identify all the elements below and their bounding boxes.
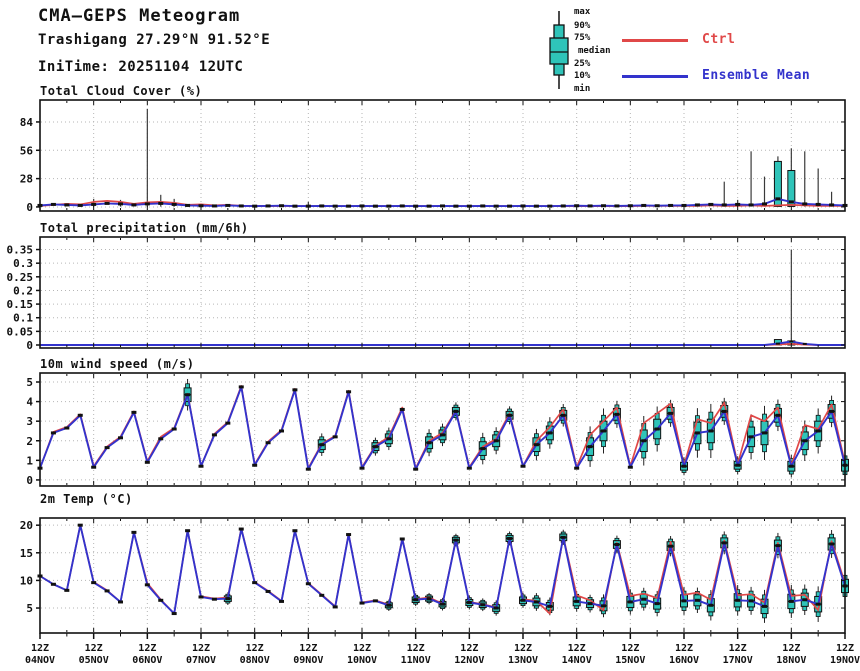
legend-box-label-75: 75% [574,33,591,43]
svg-text:5: 5 [26,602,33,615]
svg-text:0: 0 [26,201,33,214]
svg-text:18NOV: 18NOV [776,655,806,666]
legend-ctrl-line [622,39,688,42]
panel-title-precipitation: Total precipitation (mm/6h) [40,221,249,235]
svg-text:14NOV: 14NOV [562,655,592,666]
legend-mean-label: Ensemble Mean [702,68,811,83]
svg-text:17NOV: 17NOV [723,655,753,666]
location-label: Trashigang 27.29°N 91.52°E [38,32,271,48]
legend-box-label-min: min [574,84,591,94]
legend-box-label-90: 90% [574,21,591,31]
svg-text:12Z: 12Z [782,643,800,654]
svg-text:15NOV: 15NOV [615,655,645,666]
panel-title-cloud-cover: Total Cloud Cover (%) [40,84,203,98]
legend-box-label-10: 10% [574,71,591,81]
page-title: CMA—GEPS Meteogram [38,6,241,26]
svg-text:0: 0 [26,339,33,352]
svg-text:12Z: 12Z [31,643,49,654]
svg-text:0.35: 0.35 [7,244,34,257]
svg-text:12Z: 12Z [299,643,317,654]
svg-text:12Z: 12Z [353,643,371,654]
svg-text:13NOV: 13NOV [508,655,538,666]
svg-text:2: 2 [26,435,33,448]
svg-text:0.2: 0.2 [13,284,33,297]
svg-text:84: 84 [20,116,34,129]
svg-text:04NOV: 04NOV [25,655,55,666]
svg-text:12Z: 12Z [407,643,425,654]
svg-text:10: 10 [20,574,33,587]
panel-title-temperature: 2m Temp (°C) [40,492,133,506]
panel-title-wind-speed: 10m wind speed (m/s) [40,357,195,371]
svg-text:0.25: 0.25 [7,271,34,284]
legend-box-label-median: median [578,46,611,56]
svg-text:12Z: 12Z [246,643,264,654]
svg-text:0.3: 0.3 [13,257,33,270]
svg-text:0: 0 [26,474,33,487]
svg-text:12Z: 12Z [460,643,478,654]
svg-text:4: 4 [26,396,33,409]
svg-text:12Z: 12Z [138,643,156,654]
svg-text:12Z: 12Z [836,643,854,654]
svg-text:12Z: 12Z [675,643,693,654]
svg-text:09NOV: 09NOV [293,655,323,666]
svg-text:0.05: 0.05 [7,325,34,338]
initime-label: IniTime: 20251104 12UTC [38,59,244,75]
svg-text:07NOV: 07NOV [186,655,216,666]
svg-text:19NOV: 19NOV [830,655,860,666]
legend-box-label-25: 25% [574,59,591,69]
svg-text:12NOV: 12NOV [454,655,484,666]
meteogram-canvas: 028568400.050.10.150.20.250.30.350123455… [7,99,860,666]
svg-text:12Z: 12Z [514,643,532,654]
svg-text:12Z: 12Z [192,643,210,654]
svg-text:08NOV: 08NOV [240,655,270,666]
svg-text:12Z: 12Z [568,643,586,654]
svg-text:11NOV: 11NOV [401,655,431,666]
legend-box-label-max: max [574,7,591,17]
svg-text:12Z: 12Z [85,643,103,654]
svg-text:12Z: 12Z [729,643,747,654]
svg-text:56: 56 [20,144,34,157]
svg-text:15: 15 [20,547,33,560]
legend-ctrl-label: Ctrl [702,32,736,47]
svg-text:0.15: 0.15 [7,298,34,311]
svg-text:16NOV: 16NOV [669,655,699,666]
svg-text:06NOV: 06NOV [132,655,162,666]
boxplot-legend-icon [549,11,569,89]
svg-text:20: 20 [20,519,33,532]
svg-text:05NOV: 05NOV [79,655,109,666]
legend-mean-line [622,75,688,78]
svg-text:0.1: 0.1 [13,312,33,325]
meteogram-page: 0 28 56 84 0 0.05 0.1 0.15 0.2 0.25 0.3 0.35 0 1 2 3 4 5 5… [0,0,860,671]
svg-text:1: 1 [26,454,33,467]
svg-text:10NOV: 10NOV [347,655,377,666]
svg-text:5: 5 [26,376,33,389]
svg-text:12Z: 12Z [621,643,639,654]
svg-text:28: 28 [20,173,33,186]
svg-text:3: 3 [26,415,33,428]
